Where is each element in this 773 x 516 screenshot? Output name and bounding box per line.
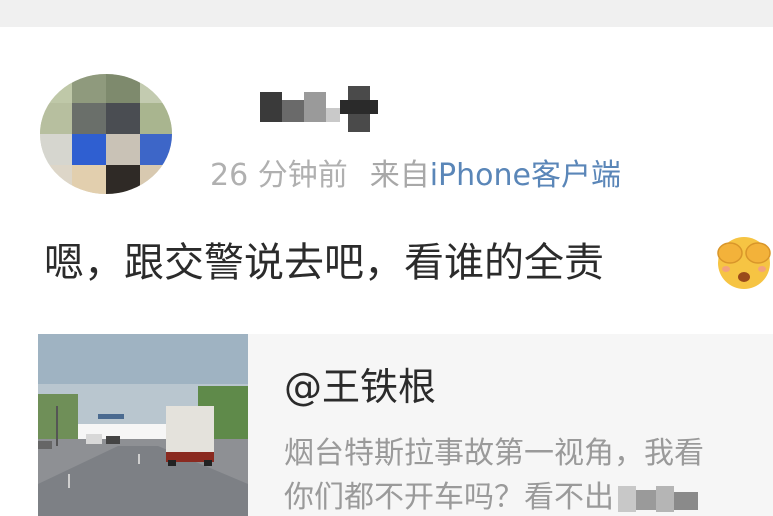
top-bar [0,0,773,27]
video-thumbnail[interactable] [38,334,248,516]
weibo-post-screen: 26 分钟前 来自iPhone客户端 嗯，跟交警说去吧，看谁的全责 @王铁根 烟… [0,0,773,516]
repost-text-line-2: 你们都不开车吗？看不出 [284,476,698,516]
repost-card[interactable]: @王铁根 烟台特斯拉事故第一视角，我看 你们都不开车吗？看不出 [38,334,773,516]
avatar-mosaic [40,74,172,194]
repost-author-link[interactable]: @王铁根 [284,362,436,412]
username-redacted [260,86,378,132]
source-device-link[interactable]: iPhone客户端 [430,158,621,193]
post-time: 26 分钟前 [210,158,348,193]
repost-text-line-1: 烟台特斯拉事故第一视角，我看 [284,436,704,471]
repost-text-line-2-visible: 你们都不开车吗？看不出 [284,480,614,515]
post-text: 嗯，跟交警说去吧，看谁的全责 [44,240,604,286]
blurred-text-block [618,485,698,512]
road-scene-image [38,334,248,516]
source-prefix: 来自 [369,158,430,193]
hands-over-eyes-emoji-icon [717,237,771,289]
avatar[interactable] [38,72,174,196]
post-meta: 26 分钟前 来自iPhone客户端 [210,154,621,198]
